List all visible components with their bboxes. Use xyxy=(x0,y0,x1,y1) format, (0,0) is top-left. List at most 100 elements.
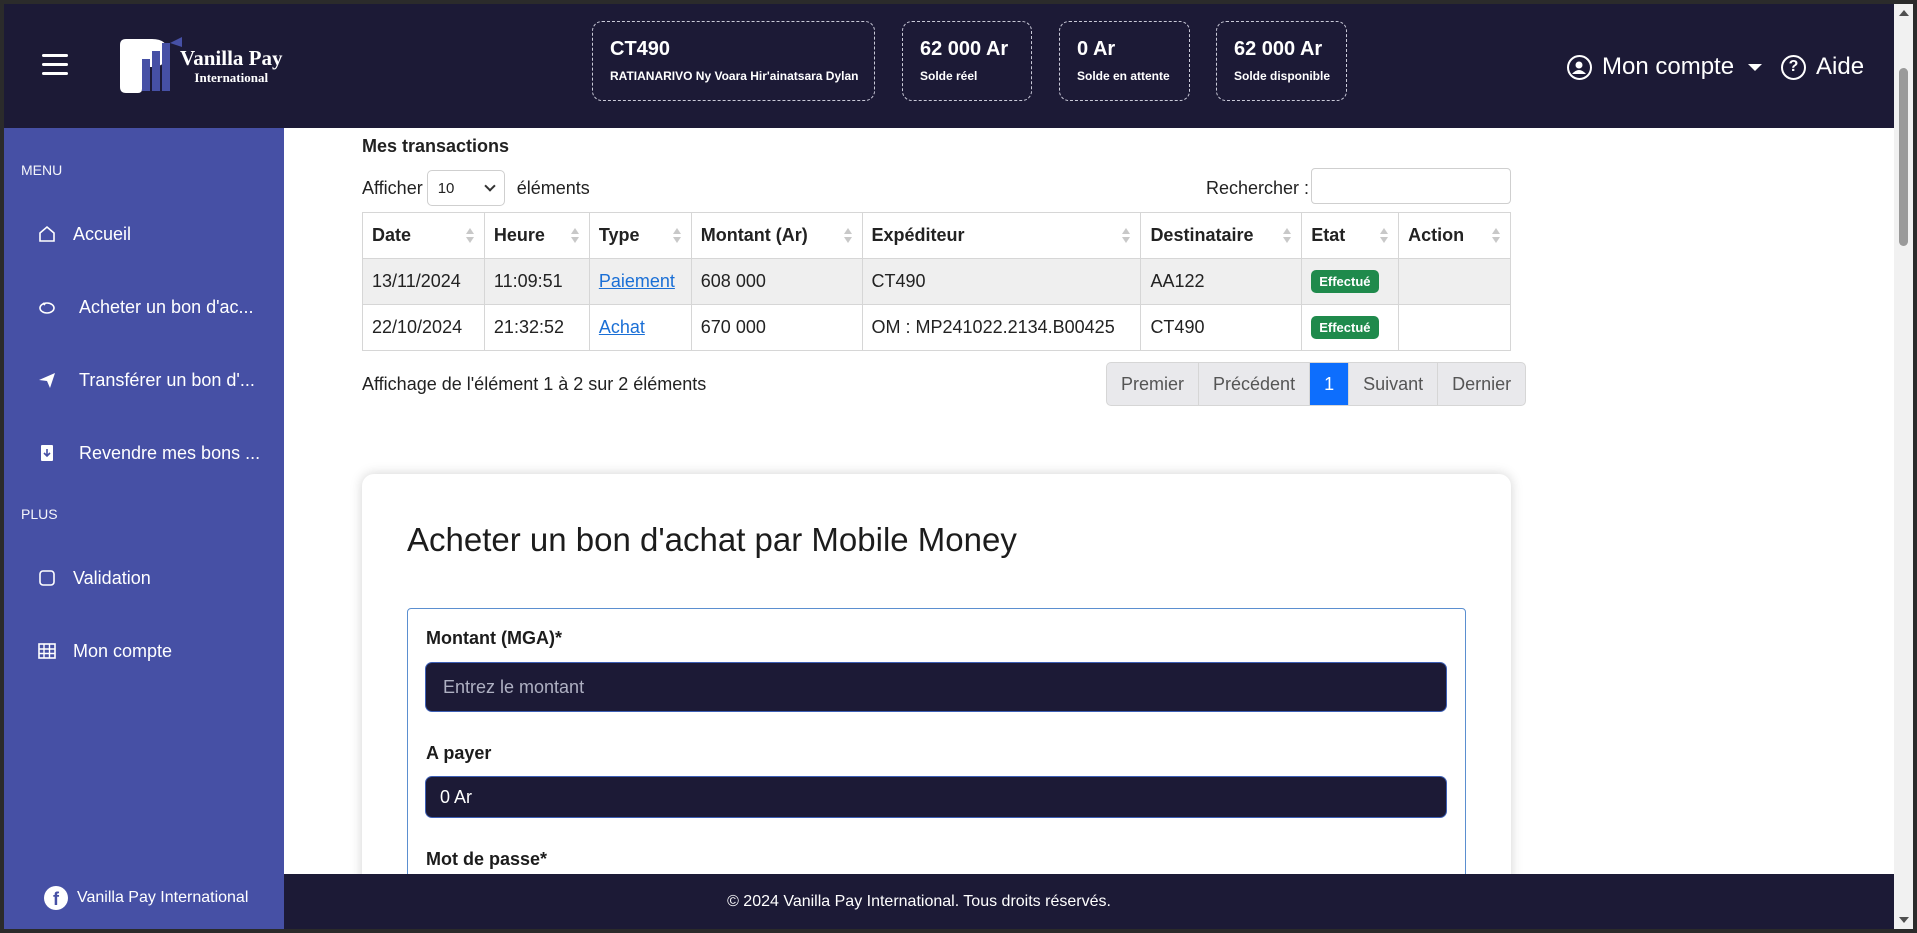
logo-wordmark: Vanilla Pay International xyxy=(180,46,283,85)
pagination-prev-button[interactable]: Précédent xyxy=(1199,363,1311,405)
balance-available-card: 62 000 Ar Solde disponible xyxy=(1216,21,1347,101)
sidebar-item-label: Transférer un bon d'... xyxy=(79,369,255,390)
help-link[interactable]: ? Aide xyxy=(1781,53,1865,80)
pagination-last-button[interactable]: Dernier xyxy=(1438,363,1525,405)
sort-icon xyxy=(843,228,852,244)
amount-label: Montant (MGA)* xyxy=(426,628,562,648)
cell-montant: 608 000 xyxy=(690,258,863,305)
status-badge: Effectué xyxy=(1311,316,1379,339)
amount-input[interactable]: Entrez le montant xyxy=(425,662,1447,712)
cell-heure: 11:09:51 xyxy=(483,258,590,305)
type-link[interactable]: Achat xyxy=(599,317,645,337)
sidebar: MENU Accueil Acheter un bon d'ac... Tran… xyxy=(4,128,284,929)
help-label: Aide xyxy=(1816,53,1865,80)
footer-copyright: © 2024 Vanilla Pay International. Tous d… xyxy=(727,892,1111,910)
cell-date: 22/10/2024 xyxy=(362,304,485,351)
balance-available-value: 62 000 Ar xyxy=(1234,38,1323,60)
question-circle-icon: ? xyxy=(1781,54,1806,80)
sidebar-item-label: Accueil xyxy=(73,223,132,244)
sidebar-item-label: Revendre mes bons ... xyxy=(79,442,261,463)
cell-destinataire: AA122 xyxy=(1140,258,1303,305)
column-header-date[interactable]: Date xyxy=(362,212,485,259)
sidebar-item-accueil[interactable]: Accueil xyxy=(37,214,131,254)
pay-amount-field: 0 Ar xyxy=(425,776,1447,818)
column-header-etat[interactable]: Etat xyxy=(1301,212,1400,259)
table-row: 13/11/2024 11:09:51 Paiement 608 000 CT4… xyxy=(362,258,1511,305)
footer: © 2024 Vanilla Pay International. Tous d… xyxy=(284,874,1894,929)
show-label: Afficher xyxy=(362,177,423,198)
pagination-next-button[interactable]: Suivant xyxy=(1349,363,1439,405)
balance-available-label: Solde disponible xyxy=(1234,69,1331,83)
search-input[interactable] xyxy=(1311,168,1511,204)
sort-icon xyxy=(672,228,681,244)
column-header-montant[interactable]: Montant (Ar) xyxy=(690,212,863,259)
balance-pending-value: 0 Ar xyxy=(1077,38,1116,60)
scroll-up-arrow-icon[interactable] xyxy=(1899,10,1909,16)
cell-action xyxy=(1398,304,1511,351)
app-window: Vanilla Pay International CT490 RATIANAR… xyxy=(4,4,1913,929)
scrollbar-thumb[interactable] xyxy=(1899,68,1908,246)
balance-real-label: Solde réel xyxy=(920,69,978,83)
account-info-card: CT490 RATIANARIVO Ny Voara Hir'ainatsara… xyxy=(592,21,875,101)
column-header-destinataire[interactable]: Destinataire xyxy=(1140,212,1303,259)
purchase-card: Acheter un bon d'achat par Mobile Money … xyxy=(362,474,1511,874)
column-header-action[interactable]: Action xyxy=(1398,212,1511,259)
balance-pending-label: Solde en attente xyxy=(1077,69,1170,83)
pagination: Premier Précédent 1 Suivant Dernier xyxy=(1106,362,1527,406)
home-icon xyxy=(37,224,57,244)
column-header-type[interactable]: Type xyxy=(588,212,692,259)
sidebar-item-validation[interactable]: Validation xyxy=(37,558,151,598)
pay-label: A payer xyxy=(426,743,492,763)
receipt-icon xyxy=(37,443,57,463)
sort-icon xyxy=(1283,228,1292,244)
vanilla-pay-logo[interactable]: Vanilla Pay International xyxy=(112,34,292,98)
send-icon xyxy=(37,370,57,390)
elements-label: éléments xyxy=(516,177,590,198)
logo-line1: Vanilla Pay xyxy=(180,46,283,70)
hamburger-menu-icon[interactable] xyxy=(42,54,68,76)
sidebar-item-label: Mon compte xyxy=(73,640,173,661)
sidebar-item-transferer-bon[interactable]: Transférer un bon d'... xyxy=(37,360,255,400)
facebook-link[interactable]: f Vanilla Pay International xyxy=(44,886,248,910)
sort-icon xyxy=(570,228,579,244)
account-dropdown[interactable]: Mon compte xyxy=(1567,53,1763,80)
account-code: CT490 xyxy=(610,38,671,60)
cell-heure: 21:32:52 xyxy=(483,304,590,351)
transactions-title: Mes transactions xyxy=(362,136,510,156)
page-size-select[interactable]: 10 xyxy=(426,170,505,206)
user-circle-icon xyxy=(1567,54,1592,80)
purchase-title: Acheter un bon d'achat par Mobile Money xyxy=(407,521,1017,558)
page-size-value: 10 xyxy=(437,179,455,197)
column-header-expediteur[interactable]: Expéditeur xyxy=(861,212,1142,259)
sidebar-item-mon-compte[interactable]: Mon compte xyxy=(37,631,172,671)
cell-etat: Effectué xyxy=(1301,258,1400,305)
column-header-heure[interactable]: Heure xyxy=(483,212,590,259)
cell-date: 13/11/2024 xyxy=(362,258,485,305)
cell-destinataire: CT490 xyxy=(1140,304,1303,351)
search-label: Rechercher : xyxy=(1206,178,1310,198)
sort-icon xyxy=(465,228,474,244)
cell-type: Achat xyxy=(588,304,692,351)
sort-icon xyxy=(1492,228,1500,244)
pagination-first-button[interactable]: Premier xyxy=(1107,363,1200,405)
square-icon xyxy=(37,568,57,588)
sidebar-item-revendre-bons[interactable]: Revendre mes bons ... xyxy=(37,433,260,473)
piggy-bank-icon xyxy=(37,297,57,317)
sort-icon xyxy=(1380,228,1389,244)
balance-real-value: 62 000 Ar xyxy=(920,38,1009,60)
scroll-down-arrow-icon[interactable] xyxy=(1899,917,1909,923)
cell-type: Paiement xyxy=(588,258,692,305)
table-info: Affichage de l'élément 1 à 2 sur 2 éléme… xyxy=(362,374,707,394)
caret-down-icon xyxy=(1748,63,1763,71)
sidebar-item-label: Acheter un bon d'ac... xyxy=(79,296,254,317)
cell-etat: Effectué xyxy=(1301,304,1400,351)
type-link[interactable]: Paiement xyxy=(599,271,675,291)
plus-section-label: PLUS xyxy=(21,506,58,522)
menu-section-label: MENU xyxy=(21,162,63,178)
sidebar-item-acheter-bon[interactable]: Acheter un bon d'ac... xyxy=(37,287,254,327)
page-scrollbar[interactable] xyxy=(1894,4,1913,929)
cell-montant: 670 000 xyxy=(690,304,863,351)
transactions-table: Date Heure Type Montant (Ar) Expéditeur … xyxy=(362,212,1511,351)
pagination-page-1-button[interactable]: 1 xyxy=(1310,363,1350,405)
password-label: Mot de passe* xyxy=(426,849,548,869)
